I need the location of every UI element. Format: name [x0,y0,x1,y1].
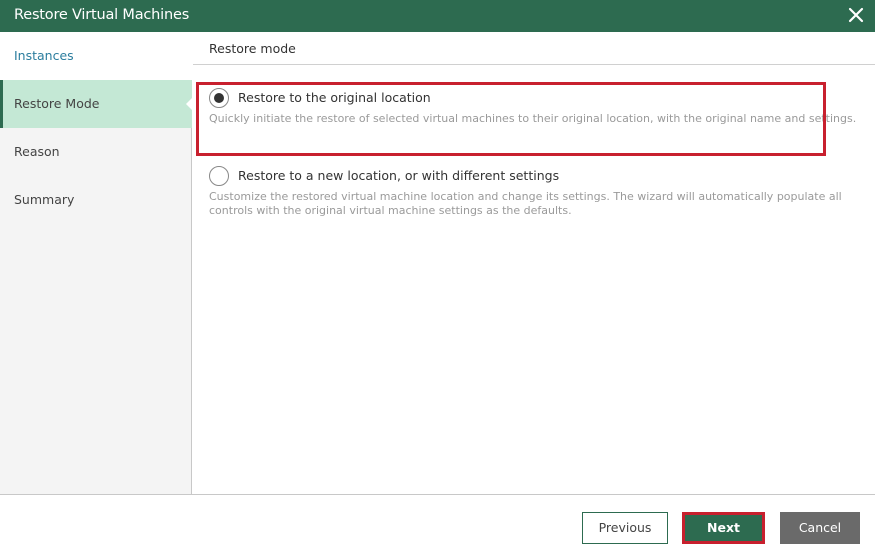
section-header: Restore mode [193,32,875,65]
step-label: Reason [14,144,60,159]
previous-button[interactable]: Previous [582,512,668,544]
wizard-steps-sidebar: Instances Restore Mode Reason Summary [0,32,193,494]
option-label[interactable]: Restore to a new location, or with diffe… [238,168,559,183]
radio-original-location[interactable] [209,88,229,108]
title-bar: Restore Virtual Machines [0,0,875,32]
section-title: Restore mode [209,41,296,56]
step-restore-mode[interactable]: Restore Mode [0,80,193,128]
radio-new-location[interactable] [209,166,229,186]
step-reason[interactable]: Reason [0,128,192,176]
step-label: Instances [14,48,74,63]
step-instances[interactable]: Instances [0,32,192,80]
option-description: Quickly initiate the restore of selected… [209,112,857,125]
step-label: Summary [14,192,75,207]
option-description: Customize the restored virtual machine l… [209,190,842,217]
option-label[interactable]: Restore to the original location [238,90,431,105]
step-summary[interactable]: Summary [0,176,192,224]
cancel-button[interactable]: Cancel [780,512,860,544]
radio-selected-dot [214,93,224,103]
wizard-footer: Previous Next Cancel [0,494,875,557]
window-title: Restore Virtual Machines [14,7,190,23]
content-panel: Restore mode Restore to the original loc… [193,32,875,494]
step-label: Restore Mode [14,96,100,111]
next-button[interactable]: Next [682,512,765,544]
close-icon[interactable] [846,5,866,25]
